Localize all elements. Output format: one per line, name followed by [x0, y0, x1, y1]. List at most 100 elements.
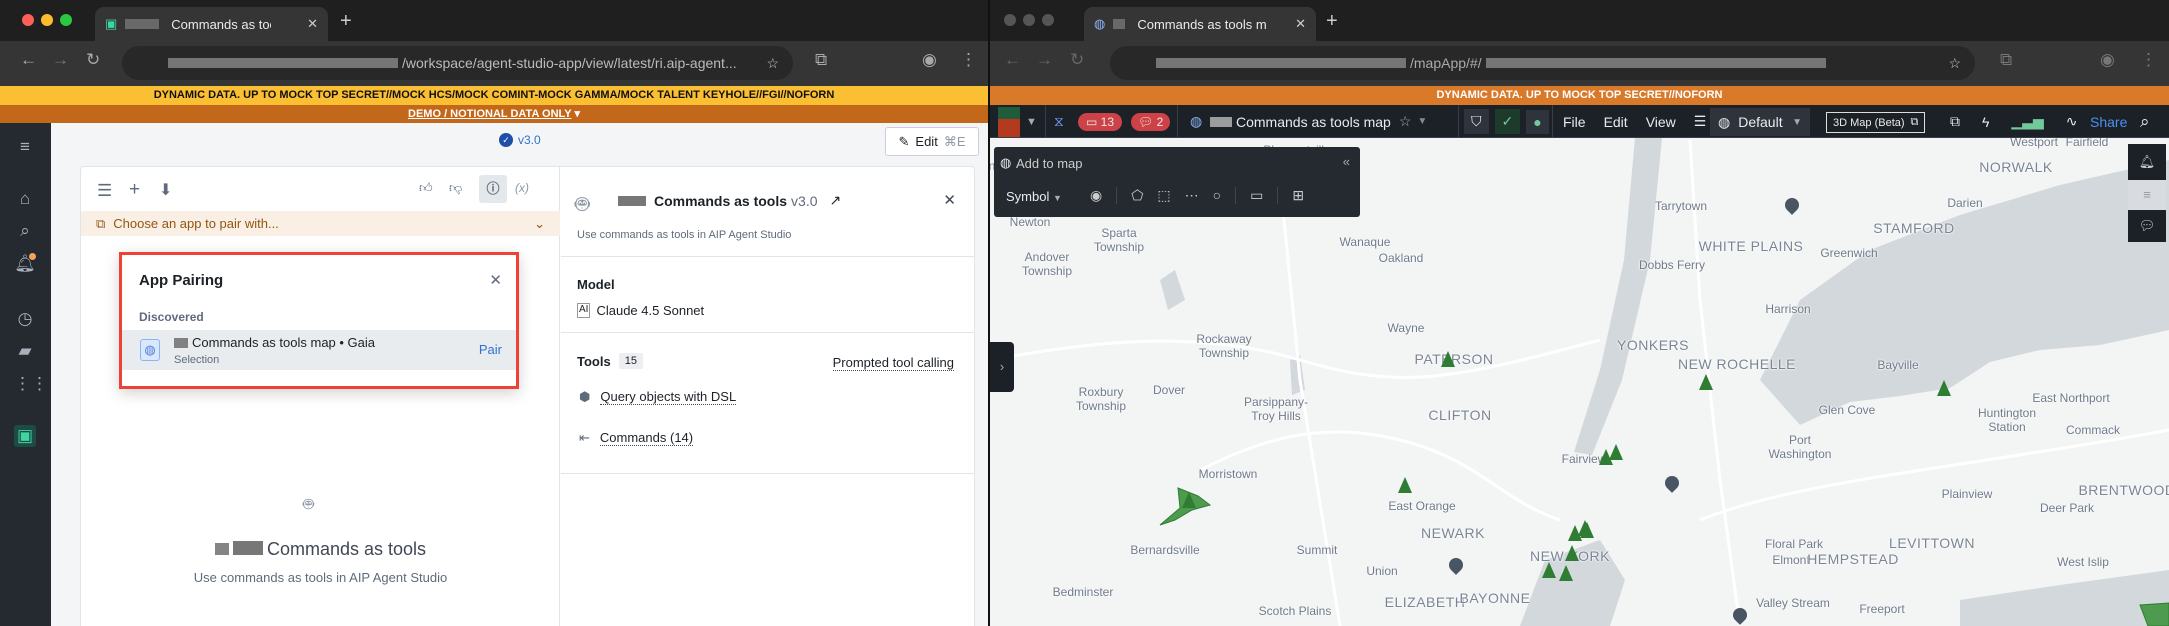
app-switcher-caret[interactable]: ▼	[1026, 105, 1037, 138]
variables-icon[interactable]: (x)	[515, 181, 529, 195]
minimize-window-button[interactable]	[41, 14, 53, 26]
address-bar[interactable]: /workspace/agent-studio-app/view/latest/…	[122, 46, 793, 80]
tree-marker-icon[interactable]	[1937, 380, 1951, 396]
tree-marker-icon[interactable]	[1441, 351, 1455, 367]
profile-icon[interactable]: ◉	[2100, 50, 2115, 70]
notifications-icon[interactable]: 🔔︎	[2128, 144, 2166, 180]
back-icon[interactable]: ←	[1004, 50, 1021, 70]
back-icon[interactable]: ←	[20, 50, 37, 70]
share-button[interactable]: Share	[2090, 105, 2127, 138]
rectangle-tool-icon[interactable]: ⬚	[1157, 187, 1170, 204]
tree-marker-icon[interactable]	[1542, 562, 1556, 578]
thumbs-up-icon[interactable]: 👍︎	[419, 180, 433, 196]
hourglass-icon[interactable]: ⧖	[1054, 105, 1064, 138]
new-tab-button[interactable]: +	[1326, 10, 1338, 33]
menu-view[interactable]: View	[1646, 114, 1676, 130]
download-icon[interactable]: ⬇	[159, 180, 172, 200]
search-icon[interactable]: ⌕	[2140, 105, 2150, 138]
expand-sidebar-icon[interactable]: ≡	[14, 136, 36, 158]
tree-marker-icon[interactable]	[1398, 477, 1412, 493]
inbox-badge[interactable]: ▭ 13	[1078, 105, 1123, 138]
bookmark-star-icon[interactable]: ☆	[766, 55, 779, 72]
open-external-icon[interactable]: ↗	[830, 192, 842, 209]
browser-tab[interactable]: ◍ Commands as tools map ✕	[1084, 7, 1316, 41]
tree-marker-icon[interactable]	[1559, 565, 1573, 581]
bookmark-star-icon[interactable]: ☆	[1948, 55, 1961, 72]
symbol-dropdown[interactable]: Symbol ▼	[1006, 189, 1062, 204]
reload-icon[interactable]: ↻	[1070, 50, 1084, 70]
pair-button[interactable]: Pair	[479, 342, 502, 357]
maximize-window-button[interactable]	[1042, 14, 1054, 26]
comments-badge[interactable]: 💬︎ 2	[1131, 105, 1171, 138]
thumbs-down-icon[interactable]: 👎︎	[449, 180, 462, 196]
search-icon[interactable]: ⌕	[14, 220, 36, 242]
layers-icon[interactable]: ≡	[2128, 180, 2166, 210]
browser-tab[interactable]: ▣ Commands as tools ✕	[95, 7, 328, 41]
menu-icon[interactable]: ⋮	[2140, 50, 2157, 70]
close-window-button[interactable]	[1004, 14, 1016, 26]
copy-icon[interactable]: ⧉	[1950, 113, 1960, 130]
hamburger-icon[interactable]: ☰	[1694, 113, 1707, 130]
app-logo[interactable]	[998, 107, 1020, 137]
close-tab-icon[interactable]: ✕	[307, 16, 318, 32]
tool-item[interactable]: ⇤ Commands (14)	[579, 430, 694, 446]
apps-grid-icon[interactable]: ⋮⋮	[14, 373, 48, 395]
edit-button[interactable]: ✎ Edit ⌘E	[885, 127, 979, 156]
signal-icon[interactable]: ▁▃▅	[2011, 113, 2043, 130]
menu-file[interactable]: File	[1563, 114, 1586, 130]
extensions-icon[interactable]: ⧉	[2000, 50, 2012, 70]
collapse-panel-icon[interactable]: «	[1343, 154, 1350, 169]
3d-map-button[interactable]: 3D Map (Beta) ⧉	[1826, 112, 1926, 133]
folder-icon[interactable]: ▰	[14, 340, 36, 362]
tree-marker-icon[interactable]	[1565, 545, 1579, 561]
eraser-tool-icon[interactable]: ▭	[1250, 187, 1263, 204]
close-icon[interactable]: ✕	[489, 271, 502, 289]
toolbar-icons: ⧉ ϟ ▁▃▅ ∿	[1950, 105, 2077, 138]
notifications-icon[interactable]: 🔔︎	[14, 253, 36, 275]
pair-app-bar[interactable]: ⧉ Choose an app to pair with... ⌄	[81, 211, 560, 236]
activity-icon[interactable]: ∿	[2066, 113, 2078, 130]
home-icon[interactable]: ⌂	[14, 188, 36, 210]
menu-icon[interactable]: ⋮	[960, 50, 977, 70]
map-place-label: Andover Township	[1021, 250, 1073, 278]
version-badge[interactable]: ✓ v3.0	[499, 133, 541, 147]
close-window-button[interactable]	[22, 14, 34, 26]
extensions-icon[interactable]: ⧉	[815, 50, 827, 70]
agent-studio-icon[interactable]: ▣	[14, 425, 36, 447]
tree-marker-icon[interactable]	[1699, 374, 1713, 390]
maximize-window-button[interactable]	[60, 14, 72, 26]
tree-marker-icon[interactable]	[1580, 522, 1594, 538]
discovered-app-item[interactable]: ◍ Commands as tools map • Gaia Selection…	[122, 330, 516, 370]
address-bar[interactable]: /mapApp/#/ ☆	[1110, 46, 1975, 80]
lightning-icon[interactable]: ϟ	[1982, 114, 1989, 130]
history-icon[interactable]: ◷	[14, 308, 36, 330]
line-tool-icon[interactable]: ⋯	[1185, 187, 1199, 204]
polygon-tool-icon[interactable]: ⬠	[1131, 187, 1143, 204]
tree-marker-icon[interactable]	[1182, 492, 1196, 508]
menu-edit[interactable]: Edit	[1604, 114, 1628, 130]
status-indicators[interactable]: ⛉ ✓ ●	[1464, 105, 1549, 138]
text-tool-icon[interactable]: ⊞	[1292, 187, 1304, 204]
forward-icon[interactable]: →	[1036, 50, 1053, 70]
close-tab-icon[interactable]: ✕	[1295, 16, 1306, 32]
demo-banner[interactable]: DEMO / NOTIONAL DATA ONLY ▾	[0, 105, 988, 124]
list-icon[interactable]: ☰	[97, 181, 112, 201]
tool-item[interactable]: ⬢ Query objects with DSL	[579, 389, 737, 405]
basemap-select[interactable]: ◍ Default ▼	[1710, 108, 1810, 136]
map-place-label: Floral Park	[1764, 537, 1824, 551]
minimize-window-button[interactable]	[1023, 14, 1035, 26]
tool-mode-link[interactable]: Prompted tool calling	[832, 355, 954, 371]
comments-icon[interactable]: 💬︎	[2128, 210, 2166, 242]
tree-marker-icon[interactable]	[1609, 444, 1623, 460]
new-tab-button[interactable]: +	[340, 10, 352, 33]
circle-tool-icon[interactable]: ○	[1213, 187, 1221, 204]
reload-icon[interactable]: ↻	[86, 50, 100, 70]
expand-left-panel-handle[interactable]: ›	[990, 342, 1014, 392]
point-tool-icon[interactable]: ◉	[1090, 187, 1102, 204]
profile-icon[interactable]: ◉	[922, 50, 937, 70]
close-details-icon[interactable]: ✕	[943, 191, 956, 209]
new-chat-icon[interactable]: +	[129, 179, 140, 201]
info-icon[interactable]: ⓘ	[479, 175, 507, 203]
map-title[interactable]: Commands as tools map ☆ ▼	[1210, 105, 1427, 138]
forward-icon[interactable]: →	[52, 50, 69, 70]
